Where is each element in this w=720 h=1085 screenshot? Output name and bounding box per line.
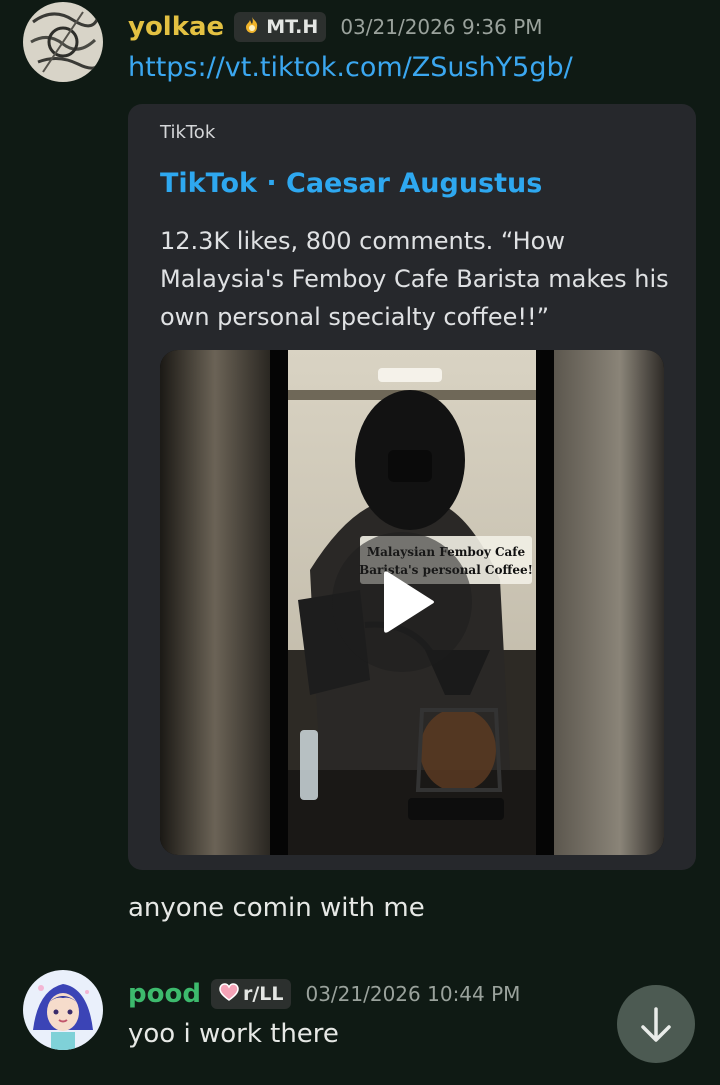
tag-label: MT.H [266, 16, 319, 38]
message-text: anyone comin with me [128, 893, 425, 923]
flame-badge-icon [242, 15, 262, 40]
timestamp: 03/21/2026 10:44 PM [305, 982, 521, 1006]
username-yolkae[interactable]: yolkae [128, 12, 224, 42]
message-link[interactable]: https://vt.tiktok.com/ZSushY5gb/ [128, 52, 573, 83]
play-button[interactable] [332, 532, 472, 672]
embed-video-thumbnail[interactable]: Malaysian Femboy Cafe Barista's personal… [160, 350, 664, 855]
tag-label: r/LL [242, 983, 284, 1005]
username-pood[interactable]: pood [128, 979, 201, 1009]
play-icon [384, 571, 434, 633]
avatar-pood[interactable] [23, 970, 103, 1050]
embed-title-link[interactable]: TikTok · Caesar Augustus [160, 168, 542, 199]
embed-provider: TikTok [160, 122, 216, 143]
message-text: yoo i work there [128, 1019, 339, 1049]
heart-icon [219, 982, 239, 1006]
embed-description: 12.3K likes, 800 comments. “How Malaysia… [160, 227, 669, 331]
server-tag-rll[interactable]: r/LL [210, 979, 292, 1009]
timestamp: 03/21/2026 9:36 PM [340, 15, 543, 39]
link-embed: TikTok TikTok · Caesar Augustus 12.3K li… [128, 104, 696, 870]
jump-to-present-button[interactable] [617, 985, 695, 1063]
server-tag-mth[interactable]: MT.H [234, 12, 327, 42]
arrow-down-icon [641, 1007, 671, 1042]
avatar-yolkae[interactable] [23, 2, 103, 82]
